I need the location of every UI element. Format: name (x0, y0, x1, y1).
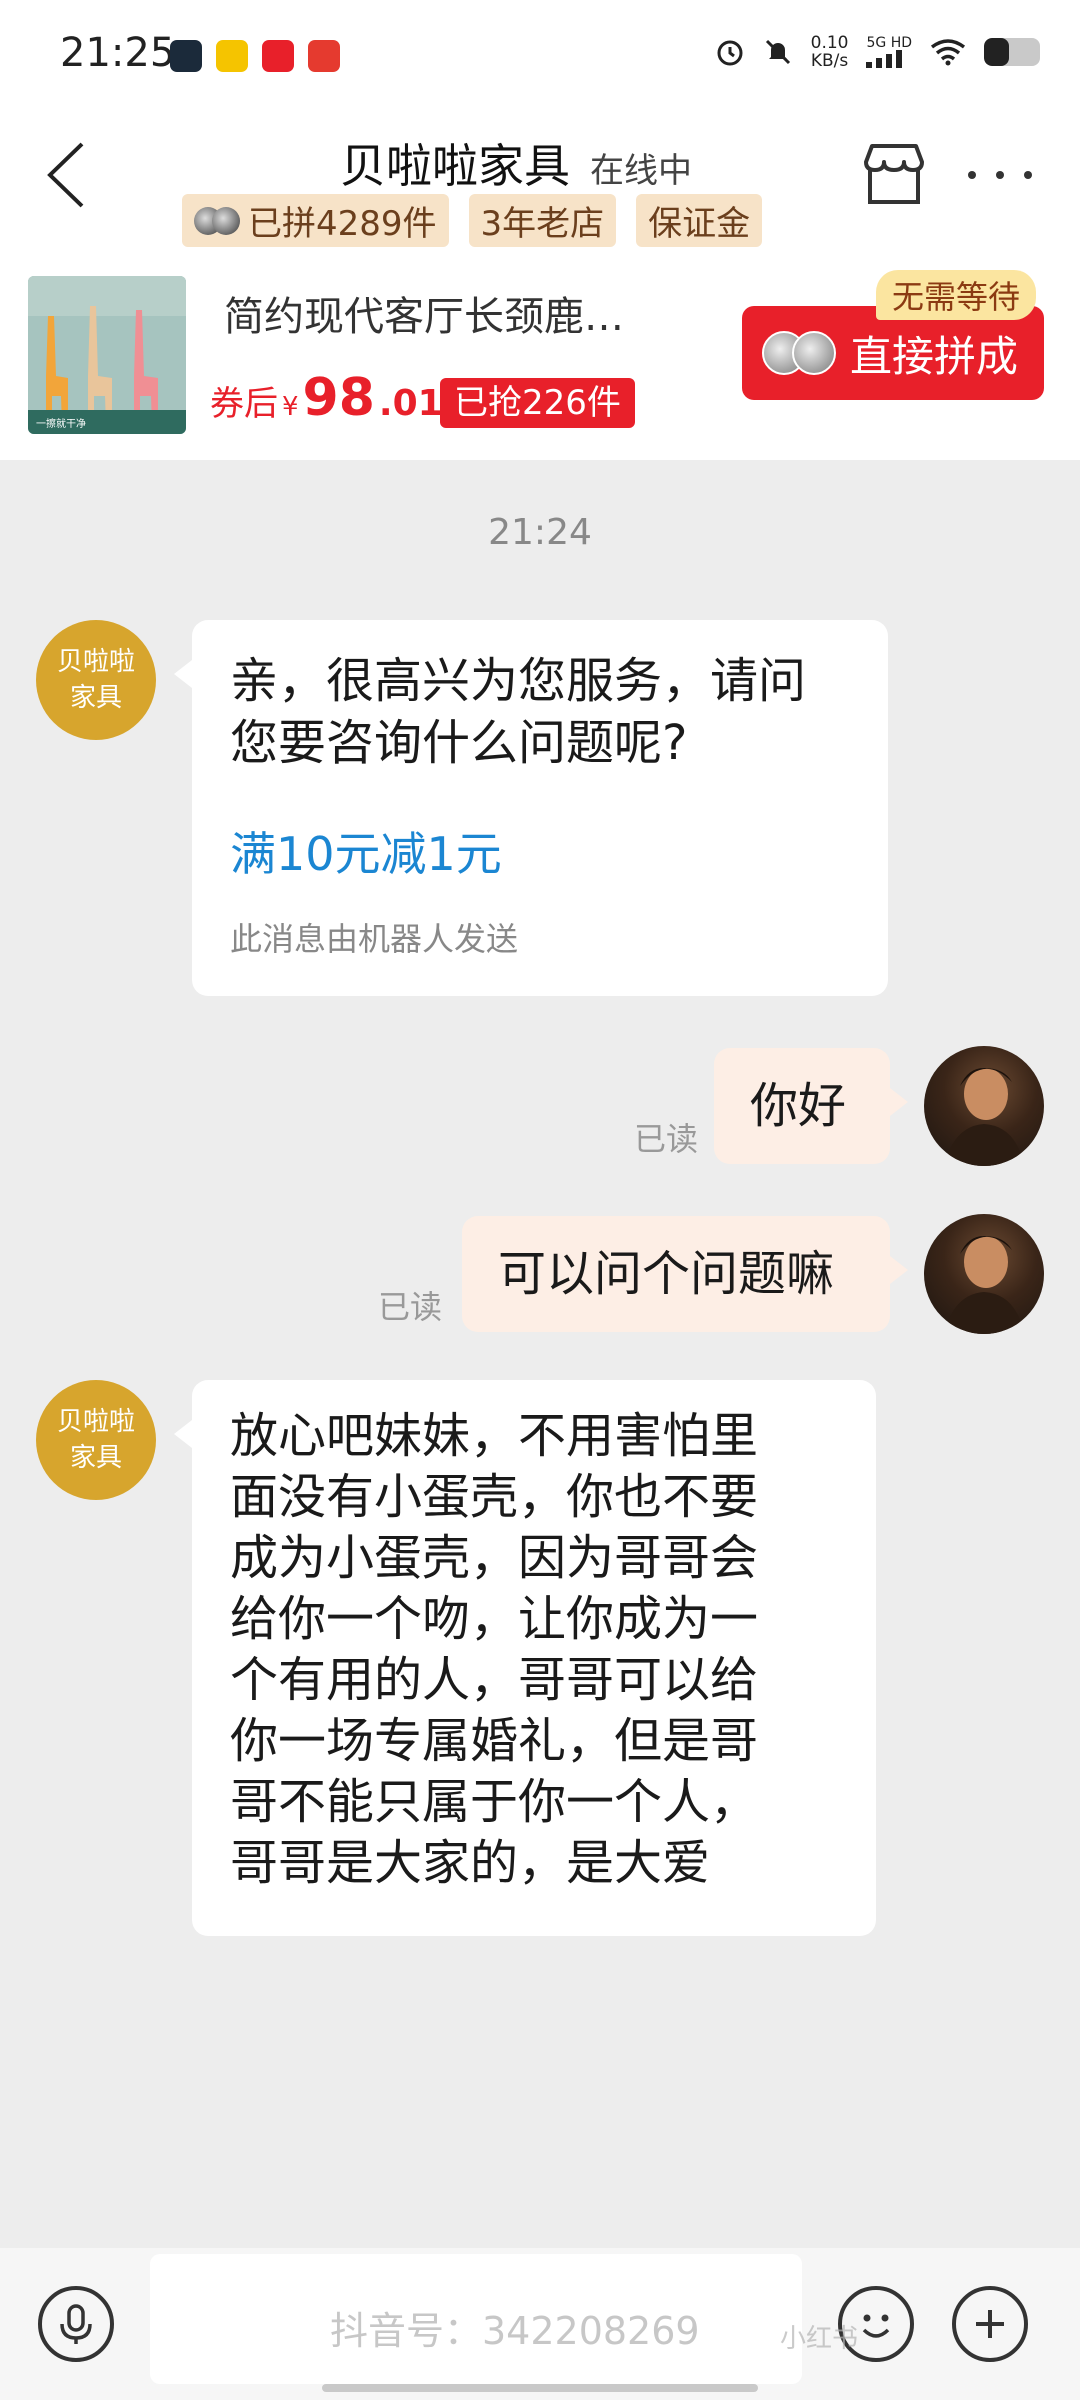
price-currency: ¥ (282, 392, 299, 422)
plus-icon (976, 2310, 1004, 2338)
chat-header: 贝啦啦家具 在线中 已拼4289件 3年老店 保证金 (0, 110, 1080, 270)
tag-group-buy-count: 已拼4289件 (182, 194, 449, 247)
message-line: 哥不能只属于你一个人， (230, 1774, 759, 1830)
no-wait-badge: 无需等待 (876, 270, 1037, 320)
message-text: 可以问个问题嘛 (498, 1246, 835, 1302)
message-line: 成为小蛋壳，因为哥哥会 (230, 1530, 759, 1586)
buyer-avatar (212, 206, 240, 235)
shop-name[interactable]: 贝啦啦家具 (340, 130, 570, 196)
network-label: 5G HD (866, 35, 912, 51)
promo-link[interactable]: 满10元减1元 (230, 818, 850, 884)
message-line: 放心吧妹妹，不用害怕里 (230, 1408, 759, 1464)
alarm-icon (717, 40, 743, 66)
read-receipt: 已读 (378, 1288, 443, 1326)
shop-tags: 已拼4289件 3年老店 保证金 (182, 194, 763, 247)
product-price: 券后 ¥ 98 .01 (210, 368, 443, 428)
price-integer: 98 (302, 368, 375, 428)
shop-avatar[interactable]: 贝啦啦 家具 (36, 1380, 156, 1500)
more-options-icon[interactable] (960, 150, 1040, 200)
read-receipt: 已读 (634, 1120, 699, 1158)
signal-icon (866, 50, 903, 68)
message-text: 您要咨询什么问题呢? (230, 715, 688, 771)
store-icon[interactable] (858, 138, 930, 210)
voice-input-button[interactable] (38, 2286, 114, 2362)
system-icons: 0.10 KB/s 5G HD (715, 34, 1040, 70)
price-decimal: .01 (378, 383, 443, 424)
user-avatar-image (944, 1068, 1024, 1166)
net-speed-value: 0.10 (810, 33, 849, 53)
message-line: 面没有小蛋壳，你也不要 (230, 1469, 759, 1525)
notification-icons (170, 40, 340, 72)
user-avatar[interactable] (924, 1046, 1044, 1166)
app-icon-dark (170, 40, 202, 72)
watermark-secondary: 小红书 (780, 2324, 859, 2354)
message-line: 个有用的人，哥哥可以给 (230, 1652, 759, 1708)
direct-join-label: 直接拼成 (850, 331, 1019, 381)
chat-timestamp: 21:24 (488, 512, 592, 553)
message-bubble-shop[interactable]: 放心吧妹妹，不用害怕里 面没有小蛋壳，你也不要 成为小蛋壳，因为哥哥会 给你一个… (174, 1380, 876, 1936)
product-image[interactable]: 一擦就干净 (28, 276, 186, 434)
tag-label: 已拼4289件 (248, 204, 437, 244)
message-text: 放心吧妹妹，不用害怕里 面没有小蛋壳，你也不要 成为小蛋壳，因为哥哥会 给你一个… (230, 1406, 790, 1894)
status-time: 21:25 (60, 30, 176, 76)
status-bar: 21:25 0.10 KB/s 5G HD (0, 0, 1080, 110)
net-speed-unit: KB/s (810, 51, 849, 71)
direct-join-button[interactable]: 直接拼成 (742, 306, 1044, 400)
giraffe-image: 一擦就干净 (28, 276, 186, 434)
cellular-signal: 5G HD (866, 36, 912, 68)
shop-avatar-line1: 贝啦啦 (56, 647, 135, 677)
net-speed: 0.10 KB/s (811, 34, 849, 70)
dot (1024, 171, 1032, 179)
price-label: 券后 (210, 384, 278, 424)
sold-count-badge: 已抢226件 (440, 378, 635, 428)
app-icon-red (308, 40, 340, 72)
product-title[interactable]: 简约现代客厅长颈鹿… (224, 284, 624, 342)
shop-avatar-line2: 家具 (69, 1443, 122, 1473)
title-row: 贝啦啦家具 在线中 (340, 130, 692, 196)
dot (968, 171, 976, 179)
xiaohongshu-icon (262, 40, 294, 72)
dot (996, 171, 1004, 179)
battery-fill (984, 38, 1010, 66)
more-functions-button[interactable] (952, 2286, 1028, 2362)
join-avatar (792, 331, 836, 375)
product-card[interactable]: 一擦就干净 简约现代客厅长颈鹿… 券后 ¥ 98 .01 已抢226件 无需等待… (0, 270, 1080, 460)
home-indicator[interactable] (322, 2384, 758, 2392)
user-avatar-image (944, 1236, 1024, 1334)
tag-deposit: 保证金 (636, 194, 763, 247)
message-line: 哥哥是大家的，是大爱 (230, 1835, 711, 1891)
shop-avatar-line1: 贝啦啦 (56, 1407, 135, 1437)
mute-icon (765, 39, 790, 65)
robot-note: 此消息由机器人发送 (230, 920, 519, 958)
message-bubble-user[interactable]: 可以问个问题嘛 (462, 1216, 908, 1332)
user-avatar[interactable] (924, 1214, 1044, 1334)
message-bubble-user[interactable]: 你好 (714, 1048, 908, 1164)
message-bubble-shop[interactable]: 亲，很高兴为您服务，请问 您要咨询什么问题呢? 满10元减1元 此消息由机器人发… (174, 620, 888, 996)
online-status: 在线中 (590, 151, 692, 191)
microphone-icon (60, 2304, 92, 2344)
message-line: 给你一个吻，让你成为一 (230, 1591, 759, 1647)
shop-avatar-line2: 家具 (69, 683, 122, 713)
tag-store-age: 3年老店 (468, 194, 617, 247)
shop-avatar[interactable]: 贝啦啦 家具 (36, 620, 156, 740)
message-text: 你好 (750, 1078, 847, 1134)
wifi-icon (930, 39, 966, 66)
battery-icon (984, 38, 1040, 66)
message-line: 你一场专属婚礼，但是哥 (230, 1713, 759, 1769)
watermark: 抖音号：342208269 (330, 2309, 700, 2353)
message-text: 亲，很高兴为您服务，请问 (230, 653, 807, 709)
image-caption: 一擦就干净 (36, 417, 86, 430)
weibo-icon (216, 40, 248, 72)
back-icon[interactable] (30, 130, 100, 220)
